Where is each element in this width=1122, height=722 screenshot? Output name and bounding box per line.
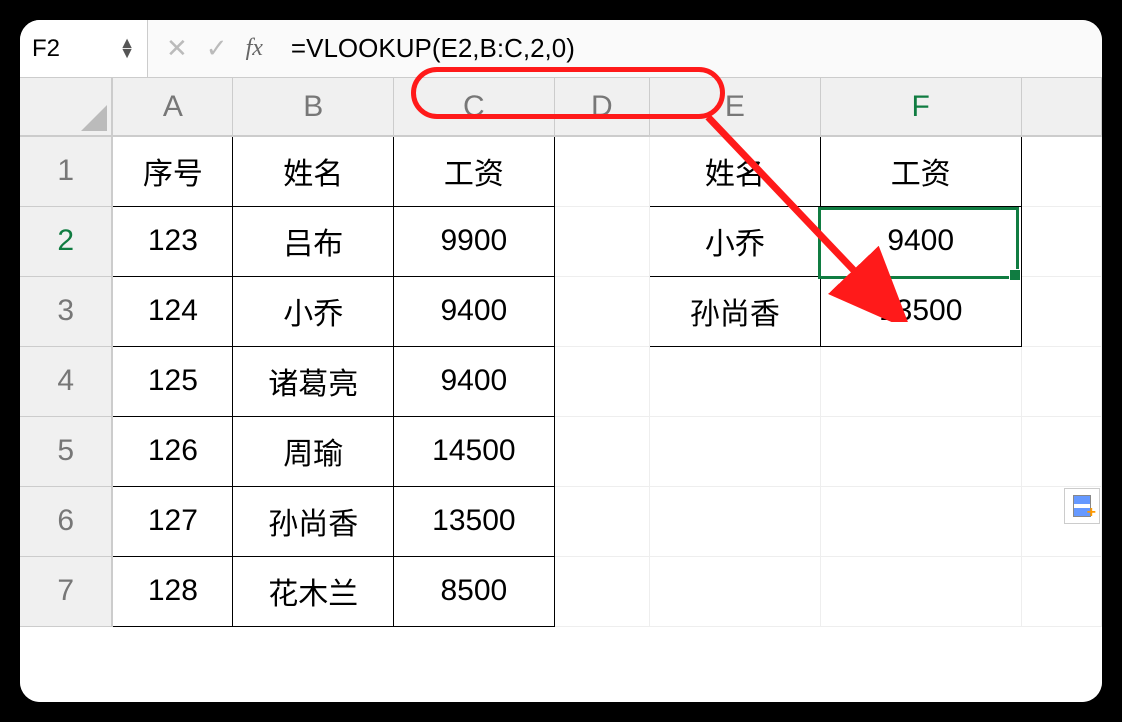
col-header-C[interactable]: C: [394, 78, 555, 136]
select-all-corner[interactable]: [20, 78, 112, 136]
cell-C3[interactable]: 9400: [394, 276, 555, 346]
plus-icon: +: [1087, 504, 1096, 522]
col-header-F[interactable]: F: [820, 78, 1021, 136]
cell-E4[interactable]: [650, 346, 821, 416]
cell-B3[interactable]: 小乔: [233, 276, 394, 346]
cell-D4[interactable]: [554, 346, 649, 416]
cell-A3[interactable]: 124: [112, 276, 233, 346]
col-header-E[interactable]: E: [650, 78, 821, 136]
cell-F5[interactable]: [820, 416, 1021, 486]
name-box[interactable]: F2 ▲ ▼: [20, 20, 148, 77]
cell-A5[interactable]: 126: [112, 416, 233, 486]
row-header-5[interactable]: 5: [20, 416, 112, 486]
row-header-2[interactable]: 2: [20, 206, 112, 276]
fx-icon[interactable]: fx: [246, 35, 263, 62]
cell-G2[interactable]: [1021, 206, 1101, 276]
cell-B4[interactable]: 诸葛亮: [233, 346, 394, 416]
cell-F6[interactable]: [820, 486, 1021, 556]
cell-D5[interactable]: [554, 416, 649, 486]
cell-D3[interactable]: [554, 276, 649, 346]
cell-G4[interactable]: [1021, 346, 1101, 416]
cell-F7[interactable]: [820, 556, 1021, 626]
cell-reference: F2: [32, 35, 60, 63]
row-header-3[interactable]: 3: [20, 276, 112, 346]
cell-E5[interactable]: [650, 416, 821, 486]
row-header-7[interactable]: 7: [20, 556, 112, 626]
cell-F1[interactable]: 工资: [820, 136, 1021, 206]
cell-G7[interactable]: [1021, 556, 1101, 626]
cell-C5[interactable]: 14500: [394, 416, 555, 486]
paste-options-button[interactable]: +: [1064, 488, 1100, 524]
cell-B1[interactable]: 姓名: [233, 136, 394, 206]
row-header-4[interactable]: 4: [20, 346, 112, 416]
row-header-1[interactable]: 1: [20, 136, 112, 206]
cell-D6[interactable]: [554, 486, 649, 556]
cell-A7[interactable]: 128: [112, 556, 233, 626]
col-header-B[interactable]: B: [233, 78, 394, 136]
cell-E7[interactable]: [650, 556, 821, 626]
col-header-blank[interactable]: [1021, 78, 1101, 136]
cell-E3[interactable]: 孙尚香: [650, 276, 821, 346]
cell-E1[interactable]: 姓名: [650, 136, 821, 206]
cell-G1[interactable]: [1021, 136, 1101, 206]
cell-B2[interactable]: 吕布: [233, 206, 394, 276]
cell-F3[interactable]: 13500: [820, 276, 1021, 346]
col-header-A[interactable]: A: [112, 78, 233, 136]
formula-input[interactable]: =VLOOKUP(E2,B:C,2,0): [281, 33, 1102, 64]
confirm-icon[interactable]: ✓: [206, 33, 228, 64]
formula-controls: ✕ ✓ fx: [148, 33, 281, 64]
cell-G3[interactable]: [1021, 276, 1101, 346]
cell-E6[interactable]: [650, 486, 821, 556]
cell-C7[interactable]: 8500: [394, 556, 555, 626]
formula-bar: F2 ▲ ▼ ✕ ✓ fx =VLOOKUP(E2,B:C,2,0): [20, 20, 1102, 78]
cell-A1[interactable]: 序号: [112, 136, 233, 206]
cell-D2[interactable]: [554, 206, 649, 276]
cell-E2[interactable]: 小乔: [650, 206, 821, 276]
cell-G5[interactable]: [1021, 416, 1101, 486]
cell-B6[interactable]: 孙尚香: [233, 486, 394, 556]
cell-B5[interactable]: 周瑜: [233, 416, 394, 486]
cell-C6[interactable]: 13500: [394, 486, 555, 556]
name-box-spinner[interactable]: ▲ ▼: [119, 39, 135, 58]
cell-F2[interactable]: 9400: [820, 206, 1021, 276]
cancel-icon[interactable]: ✕: [166, 33, 188, 64]
spreadsheet-grid[interactable]: A B C D E F 1 序号 姓名 工资 姓名 工资 2 123: [20, 78, 1102, 627]
cell-A6[interactable]: 127: [112, 486, 233, 556]
cell-F4[interactable]: [820, 346, 1021, 416]
sheet-area: A B C D E F 1 序号 姓名 工资 姓名 工资 2 123: [20, 78, 1102, 702]
cell-B7[interactable]: 花木兰: [233, 556, 394, 626]
cell-C4[interactable]: 9400: [394, 346, 555, 416]
spreadsheet-window: F2 ▲ ▼ ✕ ✓ fx =VLOOKUP(E2,B:C,2,0) A B C…: [20, 20, 1102, 702]
col-header-D[interactable]: D: [554, 78, 649, 136]
cell-A4[interactable]: 125: [112, 346, 233, 416]
cell-C1[interactable]: 工资: [394, 136, 555, 206]
cell-D7[interactable]: [554, 556, 649, 626]
cell-A2[interactable]: 123: [112, 206, 233, 276]
cell-D1[interactable]: [554, 136, 649, 206]
cell-C2[interactable]: 9900: [394, 206, 555, 276]
corner-triangle-icon: [81, 105, 107, 131]
paste-icon: +: [1073, 495, 1091, 517]
row-header-6[interactable]: 6: [20, 486, 112, 556]
chevron-down-icon[interactable]: ▼: [119, 49, 135, 59]
